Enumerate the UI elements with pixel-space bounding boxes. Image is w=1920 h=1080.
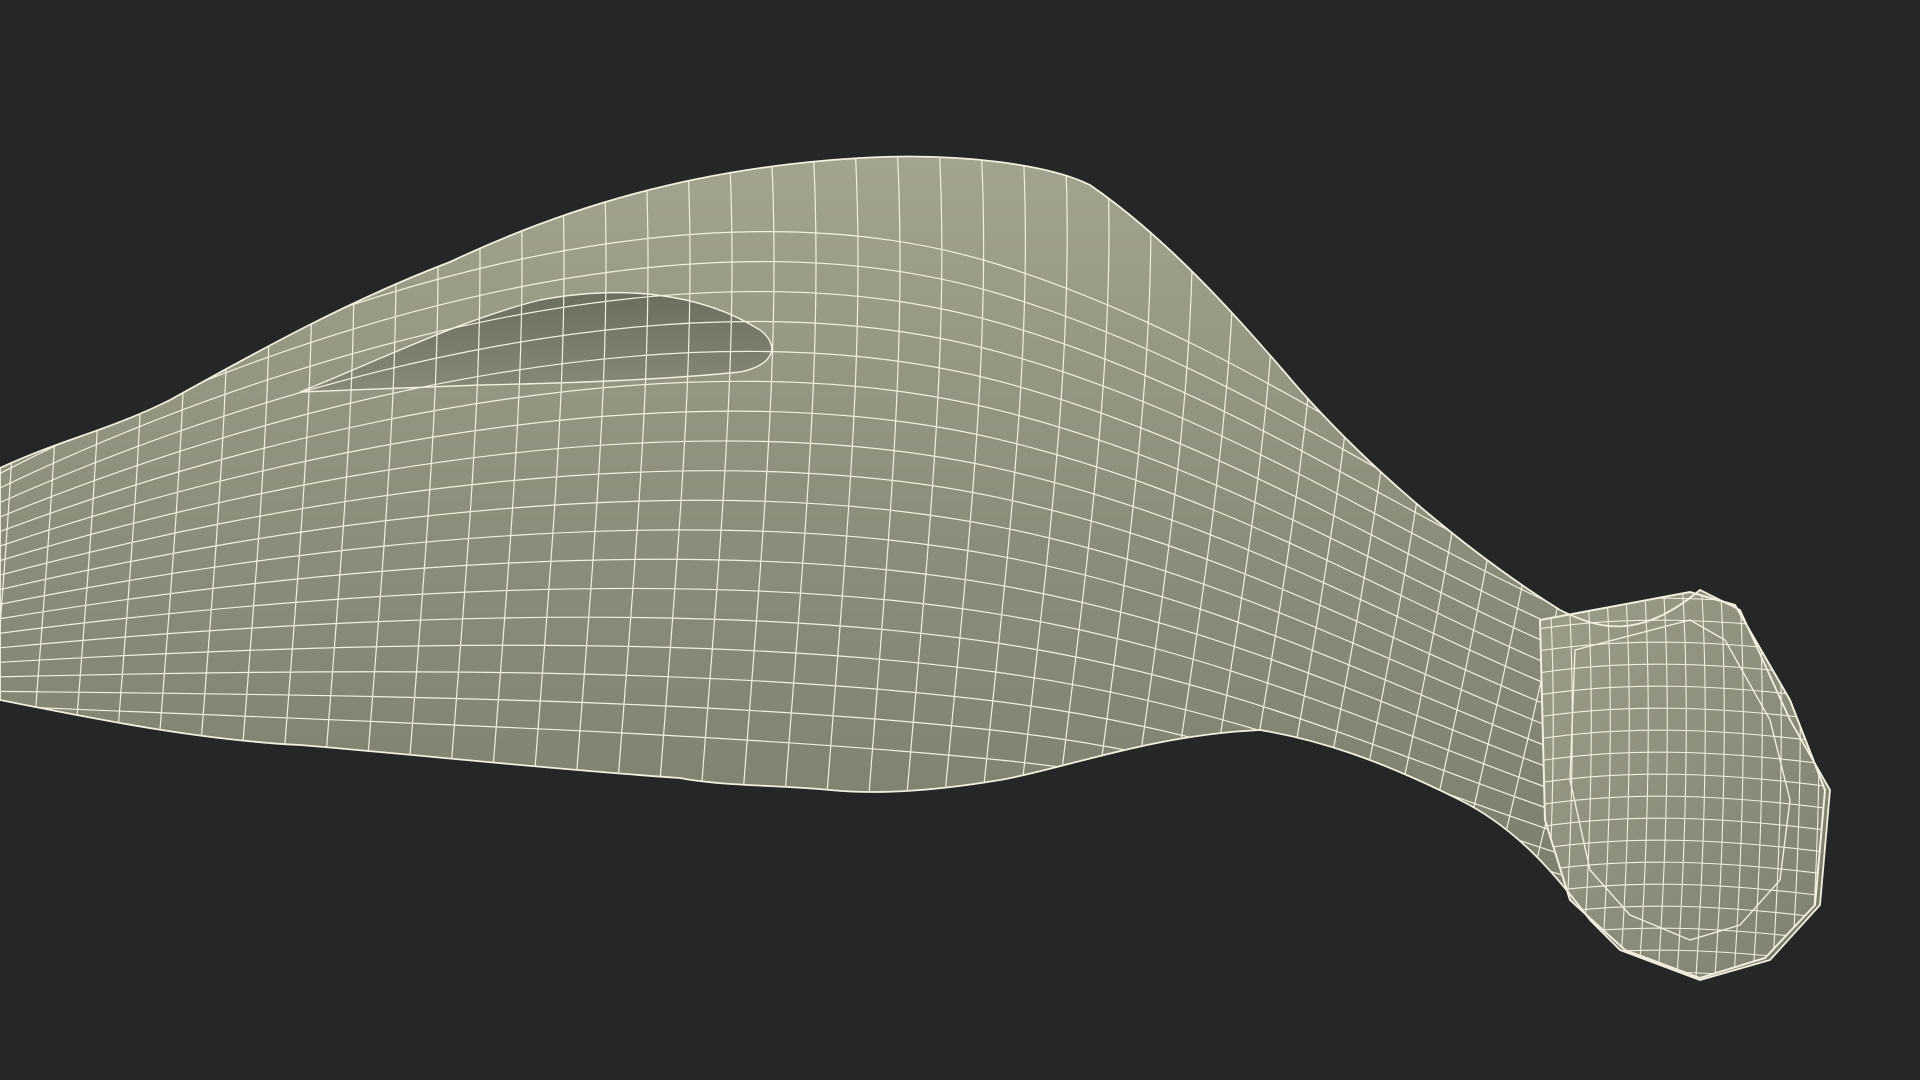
- wire-line: [1540, 971, 1825, 978]
- model-body: [0, 155, 1831, 981]
- wireframe-model-render: [0, 155, 1831, 981]
- render-viewport: [0, 0, 1920, 1080]
- model-end-cap: [1538, 590, 1827, 980]
